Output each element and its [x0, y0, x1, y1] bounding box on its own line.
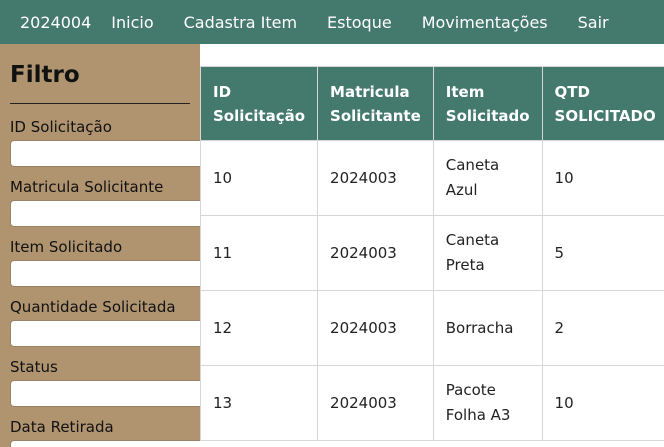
- filter-label-item-solicitado: Item Solicitado: [10, 238, 123, 256]
- cell-id: 13: [200, 365, 319, 441]
- requests-table: ID Solicitação Matricula Solicitante Ite…: [200, 66, 664, 441]
- nav-link-cadastra-item[interactable]: Cadastra Item: [184, 13, 297, 32]
- filter-divider: [10, 103, 190, 104]
- table-row[interactable]: 13 2024003 Pacote Folha A3 10: [200, 365, 664, 441]
- nav-user-id[interactable]: 2024004: [20, 13, 91, 32]
- cell-id: 12: [200, 290, 319, 366]
- cell-matricula: 2024003: [317, 215, 434, 291]
- filter-input-item-solicitado[interactable]: [10, 260, 200, 287]
- cell-matricula: 2024003: [317, 290, 434, 366]
- cell-matricula: 2024003: [317, 140, 434, 216]
- filter-title: Filtro: [10, 62, 80, 88]
- filter-label-id-solicitacao: ID Solicitação: [10, 118, 112, 136]
- column-header-item-solicitado: Item Solicitado: [432, 66, 543, 141]
- top-navbar: 2024004 Inicio Cadastra Item Estoque Mov…: [0, 0, 664, 44]
- cell-item: Pacote Folha A3: [432, 365, 543, 441]
- nav-link-estoque[interactable]: Estoque: [327, 13, 392, 32]
- table-row[interactable]: 10 2024003 Caneta Azul 10: [200, 140, 664, 216]
- filter-input-matricula-solicitante[interactable]: [10, 200, 200, 227]
- filter-sidebar: Filtro ID Solicitação Matricula Solicita…: [0, 44, 200, 447]
- table-row[interactable]: 11 2024003 Caneta Preta 5: [200, 215, 664, 291]
- cell-qtd: 10: [541, 140, 664, 216]
- cell-matricula: 2024003: [317, 365, 434, 441]
- filter-input-id-solicitacao[interactable]: [10, 140, 200, 167]
- filter-label-matricula-solicitante: Matricula Solicitante: [10, 178, 164, 196]
- cell-id: 10: [200, 140, 319, 216]
- cell-qtd: 5: [541, 215, 664, 291]
- cell-item: Borracha: [432, 290, 543, 366]
- cell-item: Caneta Azul: [432, 140, 543, 216]
- table-header-row: ID Solicitação Matricula Solicitante Ite…: [200, 66, 664, 141]
- cell-qtd: 10: [541, 365, 664, 441]
- cell-id: 11: [200, 215, 319, 291]
- nav-link-movimentacoes[interactable]: Movimentações: [422, 13, 548, 32]
- column-header-qtd-solicitado: QTD SOLICITADO: [541, 66, 664, 141]
- column-header-id-solicitacao: ID Solicitação: [200, 66, 319, 141]
- cell-item: Caneta Preta: [432, 215, 543, 291]
- main-content: ID Solicitação Matricula Solicitante Ite…: [200, 44, 664, 447]
- filter-input-quantidade-solicitada[interactable]: [10, 320, 200, 347]
- cell-qtd: 2: [541, 290, 664, 366]
- filter-label-quantidade-solicitada: Quantidade Solicitada: [10, 298, 176, 316]
- nav-link-inicio[interactable]: Inicio: [111, 13, 153, 32]
- filter-label-status: Status: [10, 358, 58, 376]
- column-header-matricula-solicitante: Matricula Solicitante: [317, 66, 434, 141]
- filter-input-status[interactable]: [10, 380, 200, 407]
- nav-link-sair[interactable]: Sair: [578, 13, 609, 32]
- table-row[interactable]: 12 2024003 Borracha 2: [200, 290, 664, 366]
- filter-input-data-retirada[interactable]: [10, 440, 200, 447]
- filter-label-data-retirada: Data Retirada: [10, 418, 114, 436]
